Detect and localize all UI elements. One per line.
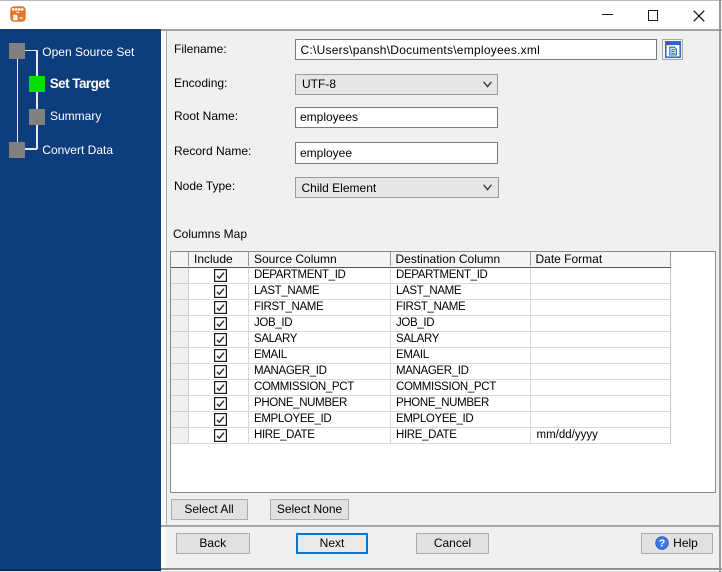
svg-text:?: ? [659, 538, 665, 550]
